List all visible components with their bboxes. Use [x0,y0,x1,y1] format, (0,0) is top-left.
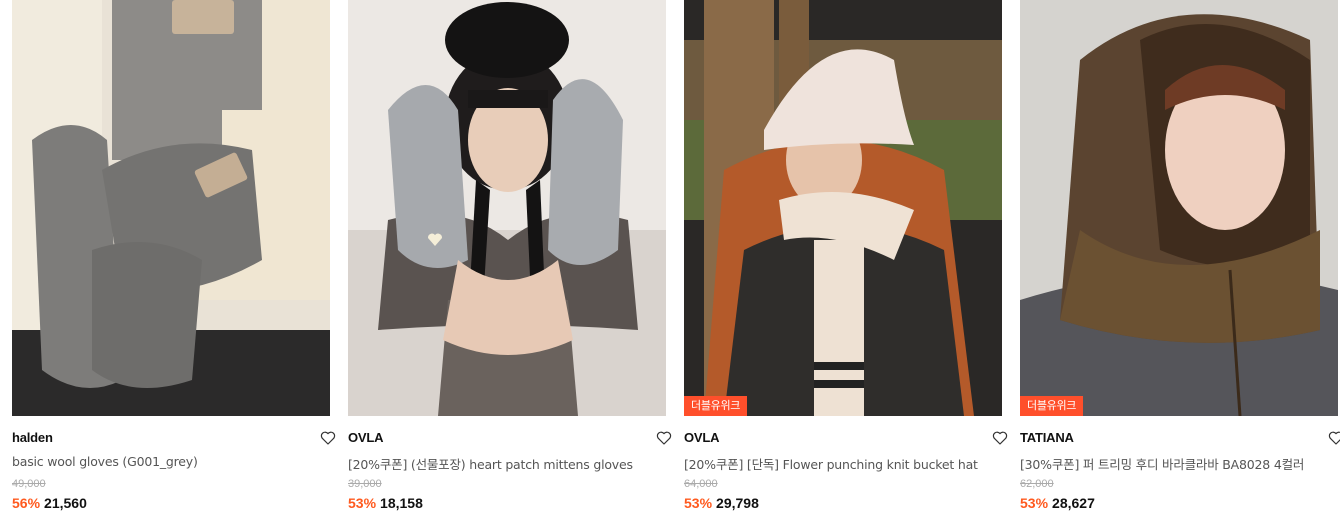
discount-rate: 53% [1020,495,1049,511]
brand-name[interactable]: TATIANA [1020,430,1074,445]
original-price: 62,000 [1020,478,1054,490]
product-card[interactable]: OVLA [20%쿠폰] (선물포장) heart patch mittens … [348,0,672,514]
product-card[interactable]: 더블유위크 TATIANA [30%쿠폰] 퍼 트리밍 후디 바라클라바 BA8… [1020,0,1340,514]
product-name[interactable]: basic wool gloves (G001_grey) [12,454,312,469]
product-name[interactable]: [20%쿠폰] (선물포장) heart patch mittens glove… [348,454,648,473]
sale-price: 28,627 [1052,495,1095,511]
sale-price: 18,158 [380,495,423,511]
sale-price: 21,560 [44,495,87,511]
promo-badge: 더블유위크 [1020,396,1084,416]
product-photo-balaclava [1020,0,1338,416]
brand-name[interactable]: halden [12,430,53,445]
promo-badge: 더블유위크 [684,396,748,416]
discount-rate: 56% [12,495,41,511]
product-photo-mittens [348,0,666,416]
product-name[interactable]: [30%쿠폰] 퍼 트리밍 후디 바라클라바 BA8028 4컬러 [1020,454,1320,473]
brand-name[interactable]: OVLA [684,430,720,445]
discount-rate: 53% [348,495,377,511]
price-row: 53% 28,627 [1020,495,1095,511]
price-row: 53% 29,798 [684,495,759,511]
price-row: 56% 21,560 [12,495,87,511]
discount-rate: 53% [684,495,713,511]
product-image[interactable]: 더블유위크 [684,0,1002,416]
product-image[interactable] [348,0,666,416]
original-price: 49,000 [12,478,46,490]
heart-outline-icon[interactable] [990,428,1010,448]
original-price: 39,000 [348,478,382,490]
brand-name[interactable]: OVLA [348,430,384,445]
product-grid: halden basic wool gloves (G001_grey) 49,… [0,0,1340,514]
product-card[interactable]: 더블유위크 OVLA [20%쿠폰] [단독] Flower punching … [684,0,1008,514]
product-image[interactable]: 더블유위크 [1020,0,1338,416]
price-row: 53% 18,158 [348,495,423,511]
product-image[interactable] [12,0,330,416]
product-card[interactable]: halden basic wool gloves (G001_grey) 49,… [12,0,336,514]
original-price: 64,000 [684,478,718,490]
heart-outline-icon[interactable] [1326,428,1340,448]
heart-outline-icon[interactable] [654,428,674,448]
product-photo-bucket-hat [684,0,1002,416]
product-photo-gloves [12,0,330,416]
heart-outline-icon[interactable] [318,428,338,448]
sale-price: 29,798 [716,495,759,511]
product-name[interactable]: [20%쿠폰] [단독] Flower punching knit bucket… [684,454,984,473]
